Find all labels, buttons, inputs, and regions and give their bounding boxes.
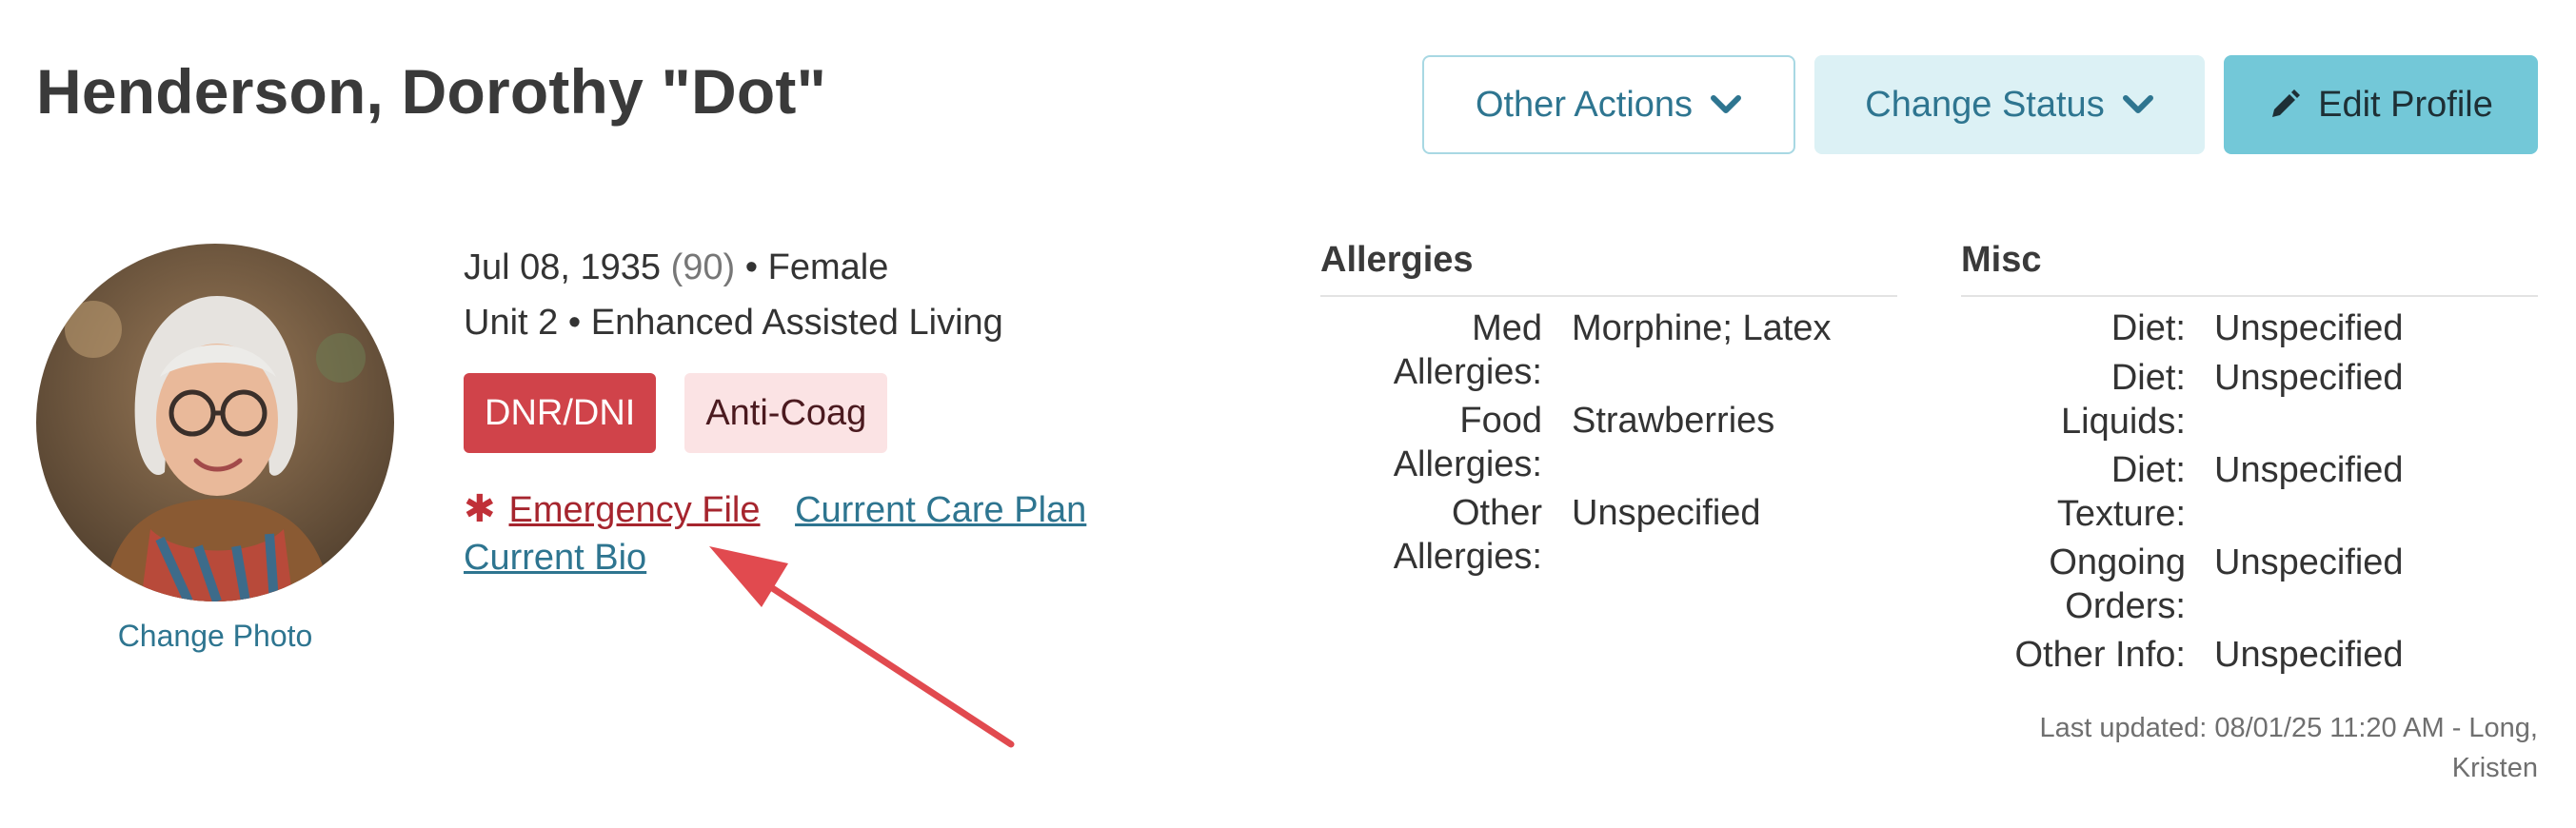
avatar <box>36 244 394 601</box>
change-status-label: Change Status <box>1865 84 2105 125</box>
asterisk-icon: ✱ <box>464 488 496 530</box>
info-value: Unspecified <box>1572 493 1761 533</box>
last-updated-line-2: Kristen <box>2451 753 2538 783</box>
age: (90) <box>670 247 736 287</box>
change-status-button[interactable]: Change Status <box>1814 55 2205 154</box>
document-links: ✱ Emergency File Current Care Plan Curren… <box>464 485 1086 582</box>
info-value: Unspecified <box>2214 542 2404 582</box>
info-value: Strawberries <box>1572 401 1775 441</box>
chevron-down-icon <box>1711 95 1742 113</box>
info-label: Ongoing Orders: <box>1805 541 2186 628</box>
anticoag-badge: Anti-Coag <box>684 373 888 453</box>
info-label-line: Med <box>1472 308 1542 348</box>
care-program: Enhanced Assisted Living <box>590 303 1003 343</box>
separator: • <box>567 303 582 343</box>
info-label-line: Orders: <box>2065 586 2186 626</box>
unit: Unit 2 <box>464 303 559 343</box>
misc-title: Misc <box>1961 240 2042 280</box>
other-actions-label: Other Actions <box>1475 84 1694 125</box>
info-label-line: Ongoing <box>2049 542 2186 582</box>
resident-photo <box>36 244 394 601</box>
unit-line: Unit 2 • Enhanced Assisted Living <box>464 295 1003 350</box>
info-value: Unspecified <box>2214 308 2404 348</box>
chevron-down-icon <box>2122 95 2153 113</box>
dob-line: Jul 08, 1935 (90) • Female <box>464 240 1003 295</box>
gender: Female <box>767 247 889 287</box>
info-label-line: Liquids: <box>2061 402 2186 442</box>
info-label-line: Diet: <box>2110 450 2186 490</box>
header-actions: Other Actions Change Status Edit Profile <box>1422 55 2538 154</box>
info-value: Morphine; Latex <box>1572 308 1832 348</box>
misc-divider <box>1961 295 2538 297</box>
change-photo-link[interactable]: Change Photo <box>36 619 394 654</box>
demographics: Jul 08, 1935 (90) • Female Unit 2 • Enha… <box>464 240 1003 350</box>
date-of-birth: Jul 08, 1935 <box>464 247 662 287</box>
info-label: Diet: Texture: <box>1805 448 2186 536</box>
info-label-line: Food <box>1459 401 1542 441</box>
last-updated: Last updated: 08/01/25 11:20 AM - Long, … <box>1948 708 2538 788</box>
info-label: Med Allergies: <box>1161 306 1542 394</box>
info-label: Other Info: <box>1805 633 2186 677</box>
current-bio-link[interactable]: Current Bio <box>464 538 646 578</box>
last-updated-line-1: Last updated: 08/01/25 11:20 AM - Long, <box>2039 713 2538 743</box>
emergency-file-link[interactable]: Emergency File <box>509 490 761 530</box>
allergies-divider <box>1320 295 1897 297</box>
pencil-icon <box>2272 89 2301 117</box>
current-care-plan-link[interactable]: Current Care Plan <box>795 490 1086 530</box>
info-label: Other Allergies: <box>1161 491 1542 579</box>
info-value: Unspecified <box>2214 358 2404 398</box>
dnr-badge: DNR/DNI <box>464 373 657 453</box>
info-value: Unspecified <box>2214 450 2404 490</box>
info-label-line: Allergies: <box>1393 537 1542 577</box>
info-label: Food Allergies: <box>1161 399 1542 486</box>
info-label-line: Diet: <box>2110 308 2186 348</box>
info-label-line: Diet: <box>2110 358 2186 398</box>
edit-profile-button[interactable]: Edit Profile <box>2224 55 2538 154</box>
info-label: Diet: Liquids: <box>1805 356 2186 444</box>
allergies-title: Allergies <box>1320 240 1474 280</box>
info-label-line: Texture: <box>2056 494 2186 534</box>
status-badges: DNR/DNI Anti-Coag <box>464 373 888 453</box>
info-label-line: Allergies: <box>1393 444 1542 484</box>
info-label: Diet: <box>1805 306 2186 350</box>
info-label-line: Other <box>1451 493 1542 533</box>
separator: • <box>744 247 759 287</box>
edit-profile-label: Edit Profile <box>2318 84 2493 125</box>
page-title: Henderson, Dorothy "Dot" <box>36 56 827 127</box>
info-value: Unspecified <box>2214 635 2404 675</box>
info-label-line: Allergies: <box>1393 352 1542 392</box>
info-label-line: Other Info: <box>2014 635 2186 675</box>
other-actions-button[interactable]: Other Actions <box>1422 55 1795 154</box>
